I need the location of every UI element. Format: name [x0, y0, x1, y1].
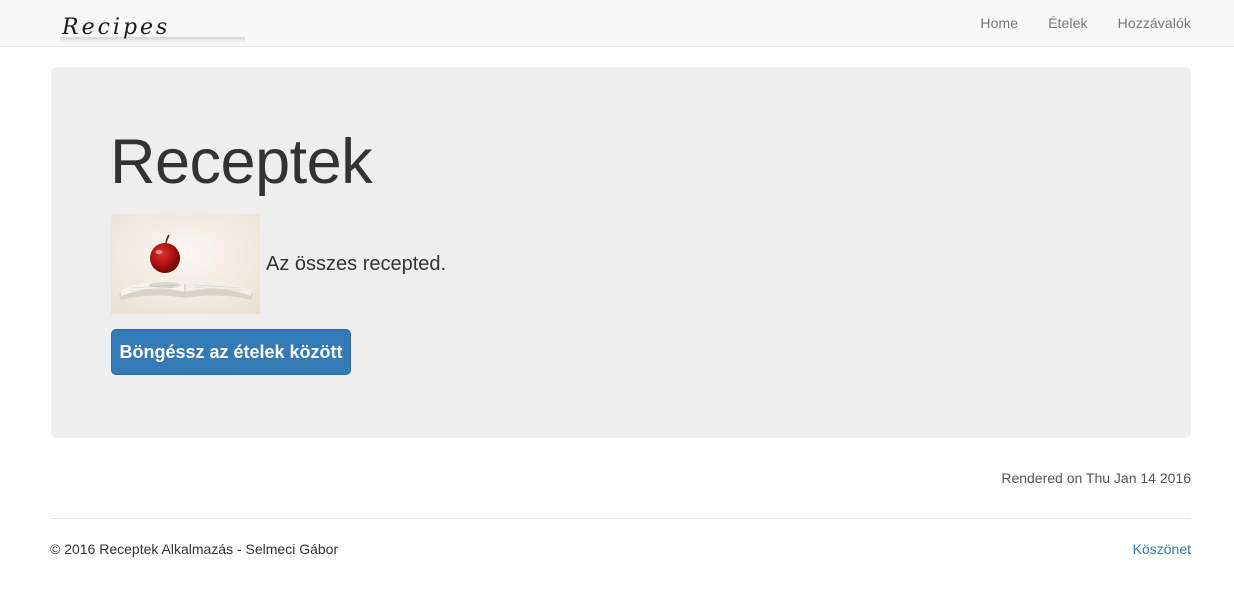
footer-divider [51, 518, 1191, 519]
brand-logo-image: Recipes [60, 15, 245, 43]
lead-text: Az összes recepted. [266, 253, 447, 275]
rendered-timestamp: Rendered on Thu Jan 14 2016 [1001, 470, 1191, 486]
nav-link-home[interactable]: Home [980, 15, 1018, 31]
nav-link-etelek[interactable]: Ételek [1048, 15, 1088, 31]
browse-foods-button[interactable]: Böngéssz az ételek között [111, 329, 351, 375]
brand-logo-text: Recipes [61, 15, 170, 40]
brand-logo[interactable]: Recipes [60, 12, 245, 46]
apple-book-image [111, 214, 260, 314]
nav-link-hozzavalok[interactable]: Hozzávalók [1118, 15, 1191, 31]
navbar: Recipes Home Ételek Hozzávalók [0, 0, 1234, 47]
thanks-link[interactable]: Köszönet [1133, 541, 1191, 557]
jumbotron: Receptek Az összes recepted. Böngéssz az… [51, 67, 1191, 438]
nav-links: Home Ételek Hozzávalók [980, 0, 1191, 46]
page-title: Receptek [110, 127, 373, 197]
copyright-text: © 2016 Receptek Alkalmazás - Selmeci Gáb… [50, 541, 339, 557]
